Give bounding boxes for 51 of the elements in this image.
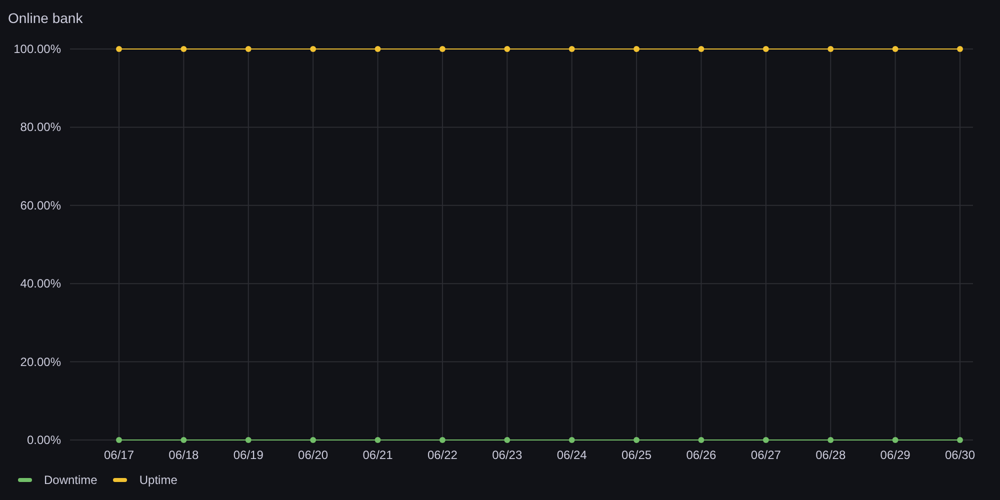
axis-label: 100.00% [14, 42, 61, 56]
data-point [504, 46, 510, 52]
data-point [634, 46, 640, 52]
data-point [310, 46, 316, 52]
data-point [634, 437, 640, 443]
data-point [762, 437, 769, 443]
data-point [828, 46, 834, 52]
axis-label: 40.00% [20, 276, 61, 291]
data-point [245, 46, 252, 52]
data-point [568, 437, 575, 443]
legend-label[interactable]: Uptime [139, 471, 178, 489]
axis-label: 06/19 [233, 448, 264, 462]
axis-label: 06/25 [622, 448, 652, 462]
legend-label[interactable]: Downtime [44, 471, 98, 489]
axis-label: 60.00% [20, 198, 61, 212]
axis-label: 06/30 [944, 448, 976, 462]
axis-label: 06/18 [168, 448, 199, 462]
data-point [180, 46, 187, 52]
axis-label: 80.00% [20, 120, 61, 134]
axis-label: 06/21 [362, 448, 393, 462]
data-point [245, 437, 252, 443]
data-point [698, 437, 704, 443]
data-point [698, 46, 704, 52]
data-point [439, 46, 446, 52]
axis-label: 20.00% [20, 354, 61, 369]
data-point [957, 46, 963, 52]
data-point [892, 437, 898, 443]
data-point [116, 437, 122, 443]
data-point [180, 437, 187, 443]
axis-label: 06/28 [816, 448, 846, 462]
data-point [374, 46, 381, 52]
axis-label: 06/17 [104, 448, 134, 462]
axis-label: 06/20 [298, 448, 328, 462]
axis-label: 06/27 [750, 448, 781, 462]
data-point [504, 437, 510, 443]
axis-label: 0.00% [26, 433, 61, 447]
data-point [762, 46, 769, 52]
data-point [828, 437, 834, 443]
data-point [439, 437, 446, 443]
axis-label: 06/23 [492, 448, 522, 462]
axis-label: 06/29 [880, 448, 910, 462]
axis-label: 06/26 [686, 448, 716, 462]
data-point [568, 46, 575, 52]
axis-label: 06/24 [556, 448, 587, 462]
data-point [957, 437, 963, 443]
data-point [374, 437, 381, 443]
data-point [116, 46, 122, 52]
data-point [310, 437, 316, 443]
panel-title: Online bank [8, 10, 83, 26]
axis-label: 06/22 [427, 448, 458, 462]
data-point [892, 46, 898, 52]
